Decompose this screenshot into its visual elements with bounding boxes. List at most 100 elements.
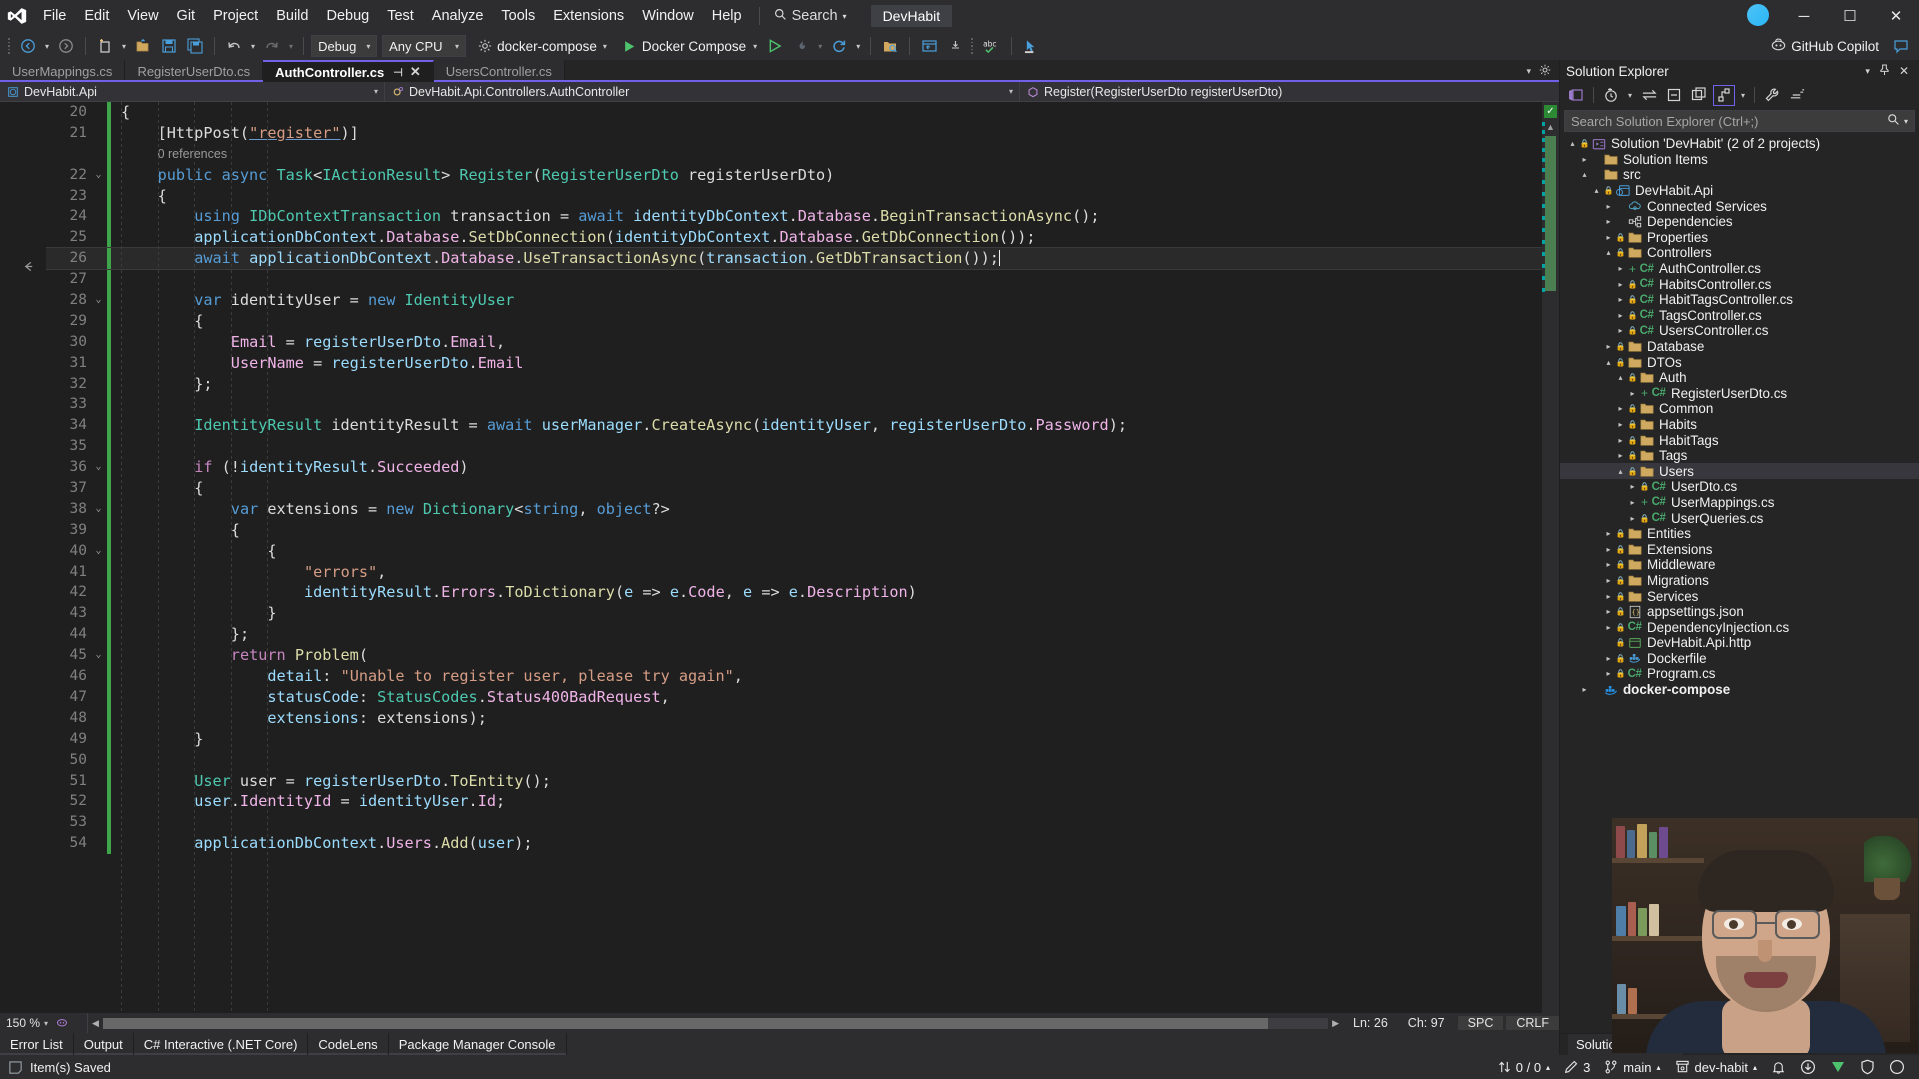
chevron-down-icon[interactable]: ▾: [1009, 87, 1013, 96]
navigate-forward-button[interactable]: [54, 34, 78, 58]
git-branch-selector[interactable]: main ▴: [1604, 1060, 1660, 1075]
code-line[interactable]: 37{: [46, 478, 1542, 499]
global-search-box[interactable]: Search ▾: [768, 4, 853, 28]
editor-horizontal-scrollbar[interactable]: ◀ ▶: [88, 1018, 1343, 1029]
menu-build[interactable]: Build: [267, 0, 317, 32]
tree-item[interactable]: ▸🔒HabitTags: [1560, 432, 1919, 448]
save-button[interactable]: [157, 34, 181, 58]
code-line[interactable]: 42identityResult.Errors.ToDictionary(e =…: [46, 582, 1542, 603]
code-line[interactable]: 21[HttpPost("register")]: [46, 123, 1542, 144]
feedback-smiley-icon[interactable]: [1889, 1059, 1905, 1075]
line-ending-indicator[interactable]: CRLF: [1506, 1016, 1559, 1030]
code-line[interactable]: 23{: [46, 186, 1542, 207]
redo-button[interactable]: [260, 34, 284, 58]
code-line[interactable]: 43}: [46, 603, 1542, 624]
tab-userscontroller[interactable]: UsersController.cs: [434, 60, 565, 82]
fold-toggle-icon[interactable]: ⌄: [90, 457, 107, 478]
restart-dropdown[interactable]: ▾: [853, 34, 863, 58]
hot-reload-button[interactable]: [789, 34, 813, 58]
expand-toggle-closed-icon[interactable]: ▸: [1578, 685, 1591, 694]
tab-registeruserdto[interactable]: RegisterUserDto.cs: [125, 60, 263, 82]
code-editor[interactable]: 20{21[HttpPost("register")]0 references2…: [46, 102, 1542, 1013]
toolbar-grip-2[interactable]: [969, 37, 977, 55]
toolbar-grip[interactable]: [6, 37, 14, 55]
code-line[interactable]: 51User user = registerUserDto.ToEntity()…: [46, 771, 1542, 792]
code-line[interactable]: 53: [46, 812, 1542, 833]
menu-view[interactable]: View: [118, 0, 167, 32]
expand-toggle-closed-icon[interactable]: ▸: [1626, 389, 1639, 398]
expand-toggle-closed-icon[interactable]: ▸: [1602, 592, 1615, 601]
tree-item[interactable]: ▸+C#UserMappings.cs: [1560, 495, 1919, 511]
tree-item[interactable]: ▴src: [1560, 167, 1919, 183]
expand-toggle-closed-icon[interactable]: ▸: [1614, 311, 1627, 320]
code-line[interactable]: 52user.IdentityId = identityUser.Id;: [46, 791, 1542, 812]
zoom-level-combo[interactable]: 150 % ▾: [0, 1013, 88, 1033]
breadcrumb-type[interactable]: DevHabit.Api.Controllers.AuthController …: [385, 82, 1020, 101]
menu-window[interactable]: Window: [633, 0, 703, 32]
view-dependencies-dropdown[interactable]: ▾: [1738, 85, 1748, 105]
tree-item[interactable]: ▸🔒Entities: [1560, 526, 1919, 542]
launch-profile-selector[interactable]: docker-compose ▾: [474, 34, 611, 58]
breadcrumb-project[interactable]: DevHabit.Api ▾: [0, 82, 385, 101]
tree-item[interactable]: ▸🔒Habits: [1560, 417, 1919, 433]
expand-toggle-open-icon[interactable]: ▴: [1566, 139, 1579, 148]
code-line[interactable]: 20{: [46, 102, 1542, 123]
fold-toggle-icon[interactable]: ⌄: [90, 165, 107, 186]
menu-help[interactable]: Help: [703, 0, 751, 32]
tree-item[interactable]: ▸🔒Migrations: [1560, 573, 1919, 589]
expand-toggle-closed-icon[interactable]: ▸: [1602, 529, 1615, 538]
expand-toggle-open-icon[interactable]: ▴: [1578, 170, 1591, 179]
fold-toggle-icon[interactable]: ⌄: [90, 645, 107, 666]
expand-toggle-closed-icon[interactable]: ▸: [1626, 514, 1639, 523]
dock-tab-codelens[interactable]: CodeLens: [308, 1033, 388, 1055]
security-shield-icon[interactable]: [1860, 1059, 1875, 1075]
tree-item[interactable]: ▴🔒Users: [1560, 463, 1919, 479]
code-line[interactable]: 41"errors",: [46, 562, 1542, 583]
fold-toggle-icon[interactable]: ⌄: [90, 541, 107, 562]
collapse-all-icon[interactable]: [1663, 85, 1685, 106]
code-line[interactable]: 39{: [46, 520, 1542, 541]
redo-dropdown[interactable]: ▾: [286, 34, 296, 58]
menu-file[interactable]: File: [34, 0, 75, 32]
tree-item[interactable]: ▸🔒C#DependencyInjection.cs: [1560, 619, 1919, 635]
tree-item[interactable]: ▸🔒C#TagsController.cs: [1560, 308, 1919, 324]
chevron-down-icon[interactable]: ▾: [374, 87, 378, 96]
code-line[interactable]: 54applicationDbContext.Users.Add(user);: [46, 833, 1542, 854]
code-line[interactable]: 30Email = registerUserDto.Email,: [46, 332, 1542, 353]
code-line[interactable]: 26await applicationDbContext.Database.Us…: [46, 248, 1542, 269]
github-copilot-button[interactable]: GitHub Copilot: [1765, 34, 1885, 58]
menu-test[interactable]: Test: [378, 0, 423, 32]
updates-available-icon[interactable]: [1800, 1059, 1816, 1075]
switch-views-icon[interactable]: [1565, 85, 1587, 106]
tree-item[interactable]: ▸🔒Properties: [1560, 230, 1919, 246]
menu-project[interactable]: Project: [204, 0, 267, 32]
menu-git[interactable]: Git: [168, 0, 205, 32]
tree-item[interactable]: ▸🔒Dockerfile: [1560, 651, 1919, 667]
tree-item[interactable]: ▸🔒C#UserQueries.cs: [1560, 510, 1919, 526]
expand-toggle-closed-icon[interactable]: ▸: [1602, 623, 1615, 632]
expand-toggle-closed-icon[interactable]: ▸: [1602, 576, 1615, 585]
pin-icon[interactable]: ⊣: [393, 66, 403, 79]
restart-button[interactable]: [827, 34, 851, 58]
code-line[interactable]: 48extensions: extensions);: [46, 708, 1542, 729]
dock-tab-csharp-interactive[interactable]: C# Interactive (.NET Core): [134, 1033, 309, 1055]
code-line[interactable]: 24using IDbContextTransaction transactio…: [46, 206, 1542, 227]
dock-tab-output[interactable]: Output: [74, 1033, 134, 1055]
scroll-left-arrow-icon[interactable]: ◀: [88, 1018, 103, 1029]
show-all-files-icon[interactable]: [1688, 85, 1710, 106]
undo-button[interactable]: [222, 34, 246, 58]
expand-toggle-closed-icon[interactable]: ▸: [1578, 155, 1591, 164]
expand-toggle-closed-icon[interactable]: ▸: [1614, 326, 1627, 335]
minimize-button[interactable]: ─: [1781, 0, 1827, 32]
tab-usermappings[interactable]: UserMappings.cs: [0, 60, 125, 82]
close-icon[interactable]: ✕: [410, 64, 421, 80]
search-solution-button[interactable]: [878, 34, 902, 58]
code-line[interactable]: 22⌄public async Task<IActionResult> Regi…: [46, 165, 1542, 186]
expand-toggle-closed-icon[interactable]: ▸: [1602, 560, 1615, 569]
pin-icon[interactable]: [1879, 64, 1890, 79]
solution-platform-combo[interactable]: Any CPU ▾: [382, 35, 466, 57]
save-all-button[interactable]: [183, 34, 207, 58]
expand-toggle-open-icon[interactable]: ▴: [1602, 248, 1615, 257]
account-avatar[interactable]: [1743, 0, 1773, 30]
hot-reload-dropdown[interactable]: ▾: [815, 34, 825, 58]
